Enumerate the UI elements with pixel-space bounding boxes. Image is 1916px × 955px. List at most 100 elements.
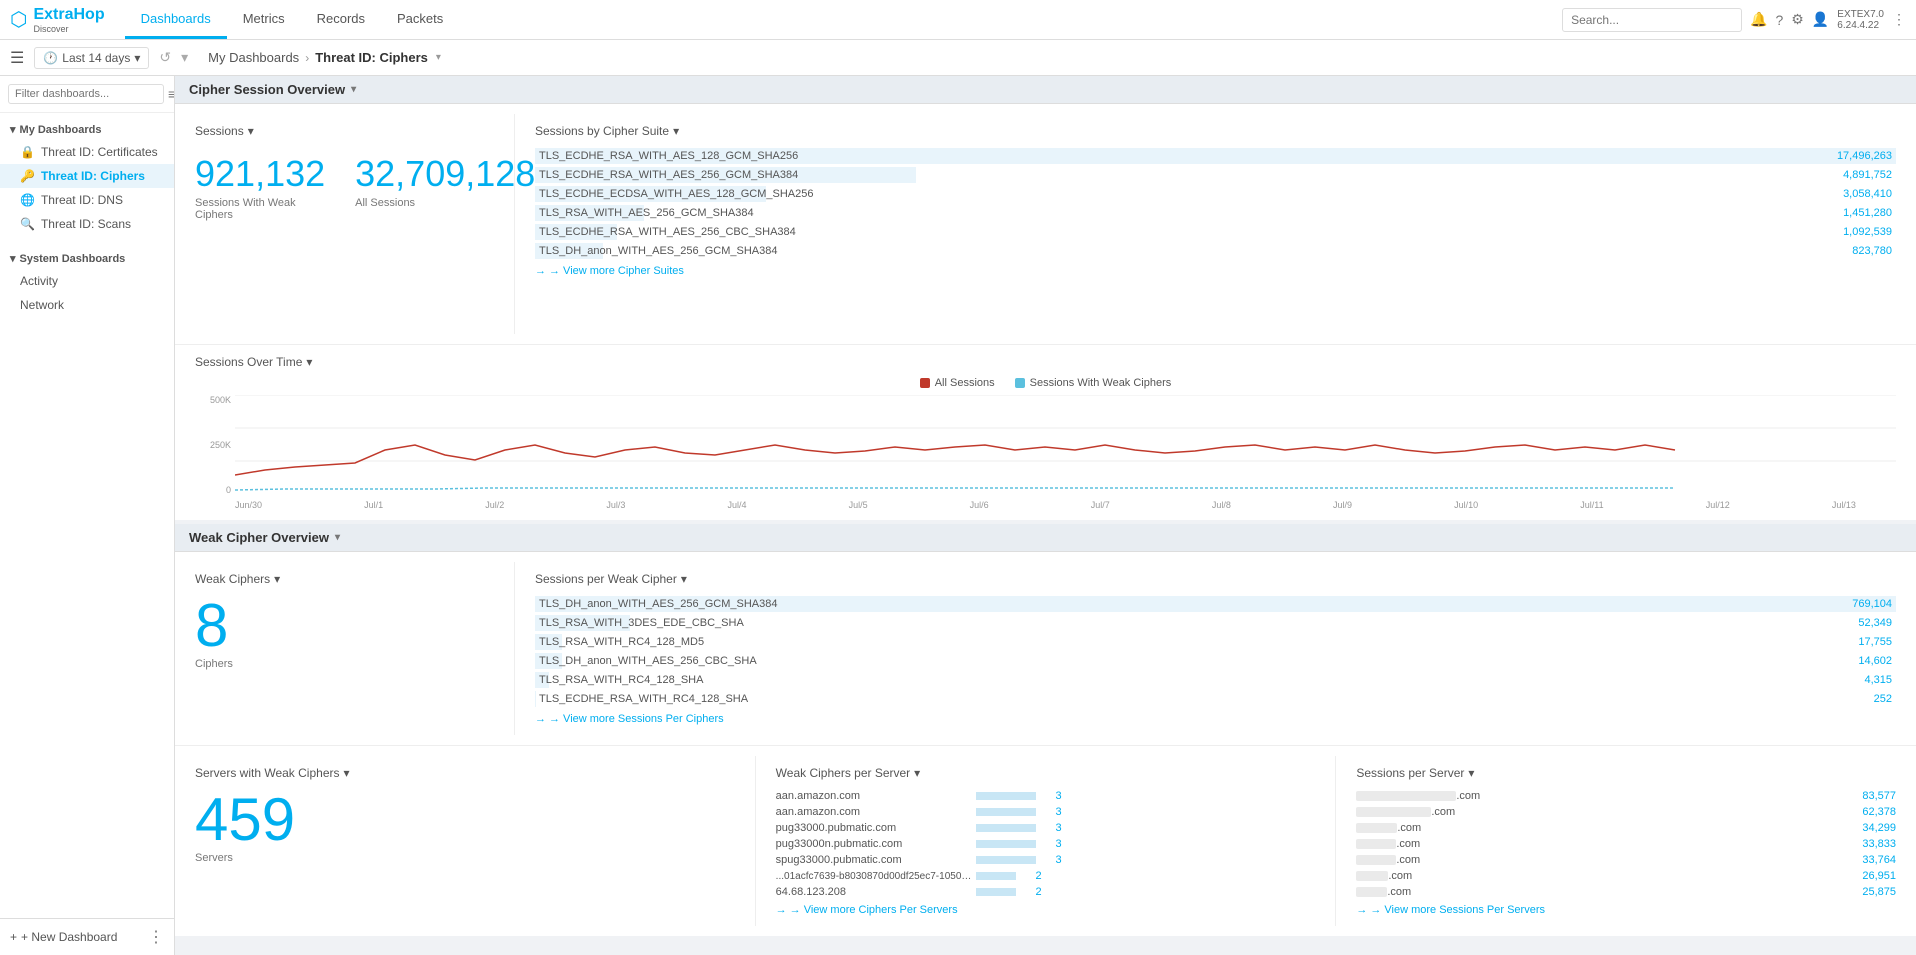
x-axis-labels: Jun/30 Jul/1 Jul/2 Jul/3 Jul/4 Jul/5 Jul… <box>195 498 1896 510</box>
sidebar-sort-icon[interactable]: ≡ <box>168 86 175 102</box>
new-dashboard-button[interactable]: + + New Dashboard <box>10 930 117 944</box>
breadcrumb-dropdown-icon[interactable]: ▾ <box>436 52 441 63</box>
server-bar-2 <box>976 808 1036 816</box>
my-dashboards-label: My Dashboards <box>20 124 102 136</box>
certificate-icon: 🔒 <box>20 145 35 159</box>
view-more-sessions-servers-arrow: → <box>1356 904 1367 916</box>
cipher-row-1: TLS_ECDHE_RSA_WITH_AES_128_GCM_SHA256 17… <box>535 148 1896 164</box>
sess-server-value-6: 26,951 <box>1836 870 1896 882</box>
sidebar-item-dns[interactable]: 🌐 Threat ID: DNS <box>0 188 174 212</box>
weak-ciphers-header[interactable]: Weak Ciphers ▾ <box>195 572 494 586</box>
sessions-numbers: 921,132 Sessions With Weak Ciphers 32,70… <box>195 153 494 221</box>
wc-row-4: TLS_DH_anon_WITH_AES_256_CBC_SHA 14,602 <box>535 653 1896 669</box>
menu-icon[interactable]: ⋮ <box>1892 11 1906 28</box>
weak-ciphers-dropdown: ▾ <box>274 572 280 586</box>
sess-server-row-6: .com 26,951 <box>1356 870 1896 882</box>
view-more-ciphers-servers-link[interactable]: → → View more Ciphers Per Servers <box>776 904 1316 916</box>
my-dashboards-arrow: ▾ <box>10 123 16 136</box>
plus-icon: + <box>10 930 17 944</box>
wc-value-5: 4,315 <box>1812 674 1892 686</box>
cipher-row-4: TLS_RSA_WITH_AES_256_GCM_SHA384 1,451,28… <box>535 205 1896 221</box>
legend-all-dot <box>920 378 930 388</box>
x-label-jul6: Jul/6 <box>970 500 989 510</box>
cipher-suite-header[interactable]: Sessions by Cipher Suite ▾ <box>535 124 1896 138</box>
sess-server-row-7: .com 25,875 <box>1356 886 1896 898</box>
sidebar-item-network[interactable]: Network <box>0 293 174 317</box>
view-more-ciphers-servers-text: → View more Ciphers Per Servers <box>790 904 958 916</box>
settings-icon[interactable]: ⚙ <box>1791 11 1804 28</box>
view-more-sessions-text: → View more Sessions Per Ciphers <box>549 713 724 725</box>
tab-packets[interactable]: Packets <box>381 0 459 39</box>
x-label-jun30: Jun/30 <box>235 500 262 510</box>
dashboard-filter-input[interactable] <box>8 84 164 104</box>
sidebar-more-icon[interactable]: ⋮ <box>148 927 164 947</box>
notifications-icon[interactable]: 🔔 <box>1750 11 1767 28</box>
tab-dashboards[interactable]: Dashboards <box>125 0 227 39</box>
cipher-session-dropdown[interactable]: ▾ <box>351 84 356 95</box>
time-period: Last 14 days <box>62 51 130 65</box>
view-more-ciphers-text: → View more Cipher Suites <box>549 265 684 277</box>
all-sessions-stat: 32,709,128 All Sessions <box>355 153 535 221</box>
servers-weak-count: 459 <box>195 790 735 850</box>
main-layout: ≡ ▾ My Dashboards 🔒 Threat ID: Certifica… <box>0 76 1916 955</box>
weak-ciphers-label: Weak Ciphers <box>195 572 270 586</box>
server-row-2: aan.amazon.com 3 <box>776 806 1316 818</box>
tab-metrics[interactable]: Metrics <box>227 0 301 39</box>
servers-weak-ciphers-col: Servers with Weak Ciphers ▾ 459 Servers <box>175 756 756 926</box>
help-icon[interactable]: ? <box>1776 12 1784 28</box>
weak-cipher-dropdown[interactable]: ▾ <box>335 532 340 543</box>
system-dashboards-header[interactable]: ▾ System Dashboards <box>0 248 174 269</box>
servers-weak-label: Servers with Weak Ciphers <box>195 766 340 780</box>
breadcrumb-my-dashboards[interactable]: My Dashboards <box>208 50 299 65</box>
refresh-settings-icon[interactable]: ▾ <box>181 49 188 66</box>
weak-ciphers-per-server-header[interactable]: Weak Ciphers per Server ▾ <box>776 766 1316 780</box>
server-count-2: 3 <box>1042 806 1062 818</box>
sessions-per-cipher-header[interactable]: Sessions per Weak Cipher ▾ <box>535 572 1896 586</box>
weak-ciphers-big-count: 8 <box>195 596 494 656</box>
sidebar-item-certificates[interactable]: 🔒 Threat ID: Certificates <box>0 140 174 164</box>
view-more-ciphers-link[interactable]: → → View more Cipher Suites <box>535 265 1896 277</box>
nav-tabs: Dashboards Metrics Records Packets <box>125 0 460 39</box>
sidebar: ≡ ▾ My Dashboards 🔒 Threat ID: Certifica… <box>0 76 175 955</box>
weak-ciphers-per-server-col: Weak Ciphers per Server ▾ aan.amazon.com… <box>756 756 1337 926</box>
weak-cipher-panel: Weak Cipher Overview ▾ Weak Ciphers ▾ 8 … <box>175 524 1916 936</box>
sess-server-name-2: .com <box>1431 806 1836 818</box>
sidebar-item-network-label: Network <box>20 298 64 312</box>
sidebar-item-ciphers[interactable]: 🔑 Threat ID: Ciphers <box>0 164 174 188</box>
server-row-5: spug33000.pubmatic.com 3 <box>776 854 1316 866</box>
sess-server-row-5: .com 33,764 <box>1356 854 1896 866</box>
sess-server-value-1: 83,577 <box>1836 790 1896 802</box>
wc-row-1: TLS_DH_anon_WITH_AES_256_GCM_SHA384 769,… <box>535 596 1896 612</box>
time-selector[interactable]: 🕐 Last 14 days ▾ <box>34 47 149 69</box>
sessions-per-server-header[interactable]: Sessions per Server ▾ <box>1356 766 1896 780</box>
refresh-icon[interactable]: ↺ <box>159 49 171 66</box>
sidebar-item-certificates-label: Threat ID: Certificates <box>41 145 158 159</box>
server-row-6: ...01acfc7639-b8030870d00df25ec7-1050649… <box>776 870 1316 882</box>
x-label-jul5: Jul/5 <box>849 500 868 510</box>
view-more-sessions-servers-text: → View more Sessions Per Servers <box>1370 904 1545 916</box>
server-count-4: 3 <box>1042 838 1062 850</box>
sess-server-name-6: .com <box>1388 870 1836 882</box>
cipher-session-title: Cipher Session Overview <box>189 82 345 97</box>
logo-text: ExtraHop <box>33 6 104 23</box>
sessions-header[interactable]: Sessions ▾ <box>195 124 494 138</box>
server-bar-4 <box>976 840 1036 848</box>
breadcrumb-threat-ciphers[interactable]: Threat ID: Ciphers <box>315 50 428 65</box>
y-label-0-top: 0 <box>226 485 231 495</box>
x-label-jul11: Jul/11 <box>1580 500 1603 510</box>
sessions-over-time-header[interactable]: Sessions Over Time ▾ <box>195 355 1896 369</box>
user-icon[interactable]: 👤 <box>1812 11 1829 28</box>
search-input[interactable] <box>1562 8 1742 32</box>
legend-weak-dot <box>1015 378 1025 388</box>
sidebar-item-scans[interactable]: 🔍 Threat ID: Scans <box>0 212 174 236</box>
tab-records[interactable]: Records <box>301 0 381 39</box>
cipher-row-2: TLS_ECDHE_RSA_WITH_AES_256_GCM_SHA384 4,… <box>535 167 1896 183</box>
sidebar-item-activity[interactable]: Activity <box>0 269 174 293</box>
servers-weak-header[interactable]: Servers with Weak Ciphers ▾ <box>195 766 735 780</box>
sidebar-toggle[interactable]: ☰ <box>10 48 24 68</box>
cipher-value-2: 4,891,752 <box>1812 169 1892 181</box>
my-dashboards-header[interactable]: ▾ My Dashboards <box>0 119 174 140</box>
sessions-per-weak-cipher-panel: Sessions per Weak Cipher ▾ TLS_DH_anon_W… <box>515 562 1916 735</box>
view-more-sessions-ciphers-link[interactable]: → → View more Sessions Per Ciphers <box>535 713 1896 725</box>
view-more-sessions-servers-link[interactable]: → → View more Sessions Per Servers <box>1356 904 1896 916</box>
